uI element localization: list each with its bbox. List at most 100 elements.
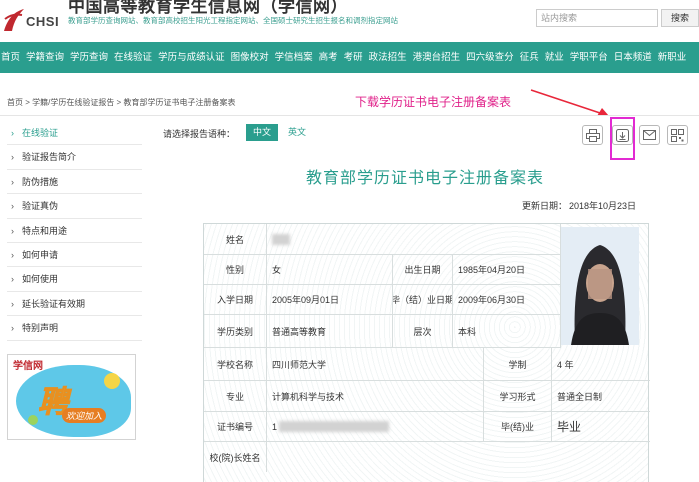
gender-value: 女 — [267, 255, 393, 284]
birth-value: 1985年04月20日 — [453, 255, 561, 284]
banner-decoration — [28, 415, 38, 425]
redacted-name — [272, 233, 290, 245]
nav-item[interactable]: 政法招生 — [366, 42, 410, 73]
update-date-value: 2018年10月23日 — [569, 201, 637, 211]
nav-item[interactable]: 新职业 — [655, 42, 690, 73]
sidebar-item[interactable]: › 特别声明 — [7, 316, 142, 341]
nav-item[interactable]: 港澳台招生 — [410, 42, 464, 73]
sidebar-item[interactable]: › 特点和用途 — [7, 219, 142, 243]
redacted-cert-number — [279, 421, 390, 432]
nav-item[interactable]: 就业 — [542, 42, 567, 73]
sidebar-item[interactable]: › 如何使用 — [7, 267, 142, 292]
banner-decoration — [104, 373, 120, 389]
print-button[interactable] — [582, 125, 603, 145]
name-value — [267, 224, 561, 254]
email-button[interactable] — [639, 125, 660, 145]
sidebar-item-label: 延长验证有效期 — [22, 298, 86, 309]
sidebar-item[interactable]: › 在线验证 — [7, 121, 142, 146]
cert-label: 证书编号 — [204, 412, 267, 441]
update-date: 更新日期： 2018年10月23日 — [520, 199, 636, 212]
nav-item[interactable]: 学职平台 — [567, 42, 611, 73]
chevron-right-icon: › — [11, 225, 14, 236]
nav-item[interactable]: 学信档案 — [272, 42, 316, 73]
level-label: 层次 — [393, 315, 453, 347]
president-value — [267, 442, 650, 472]
divider — [0, 115, 699, 116]
cert-prefix: 1 — [272, 421, 278, 432]
major-value: 计算机科学与技术 — [267, 381, 484, 411]
annotation-highlight — [610, 117, 635, 160]
breadcrumb: 首页 > 学籍/学历在线验证报告 > 教育部学历证书电子注册备案表 — [7, 98, 236, 107]
sidebar-item-label: 验证真伪 — [22, 201, 59, 212]
nav-item[interactable]: 在线验证 — [111, 42, 155, 73]
status-value: 毕业 — [557, 420, 582, 434]
nav-item[interactable]: 首页 — [0, 42, 23, 73]
form-label: 学习形式 — [484, 381, 552, 411]
sidebar-item-label: 如何申请 — [22, 249, 59, 260]
chsi-logo[interactable]: CHSI — [2, 3, 68, 37]
nav-item[interactable]: 学历与成绩认证 — [155, 42, 228, 73]
recruit-banner[interactable]: 学信网 聘 欢迎加入 — [7, 354, 136, 440]
nav-item[interactable]: 日本频道 — [611, 42, 655, 73]
level-value: 本科 — [453, 315, 561, 347]
nav-item[interactable]: 考研 — [341, 42, 366, 73]
name-label: 姓名 — [204, 224, 267, 254]
banner-logo: 学信网 — [13, 361, 43, 372]
nav-item[interactable]: 高考 — [316, 42, 341, 73]
chevron-right-icon: › — [11, 298, 14, 309]
chevron-right-icon: › — [11, 176, 14, 187]
sidebar-item[interactable]: › 防伪措施 — [7, 170, 142, 195]
table-row: 学历类别 普通高等教育 层次 本科 — [204, 315, 561, 348]
chevron-right-icon: › — [11, 152, 14, 163]
qrcode-icon — [671, 128, 684, 142]
annotation-label: 下载学历证书电子注册备案表 — [355, 95, 512, 109]
update-date-label: 更新日期： — [522, 201, 568, 211]
grad-value: 2009年06月30日 — [453, 285, 561, 314]
length-value: 4 年 — [557, 359, 574, 370]
gender-label: 性别 — [204, 255, 267, 284]
nav-item[interactable]: 学历查询 — [67, 42, 111, 73]
sidebar-item-label: 特别声明 — [22, 323, 59, 334]
status-label: 毕(结)业 — [484, 412, 552, 441]
table-row: 姓名 — [204, 224, 561, 255]
language-option-zh[interactable]: 中文 — [246, 124, 278, 141]
logo-icon — [4, 9, 24, 31]
nav-item[interactable]: 征兵 — [517, 42, 542, 73]
sidebar-item-label: 验证报告简介 — [22, 152, 77, 163]
chevron-right-icon: › — [11, 249, 14, 260]
report-title: 教育部学历证书电子注册备案表 — [305, 170, 544, 187]
logo-text: CHSI — [26, 14, 60, 29]
qrcode-button[interactable] — [667, 125, 688, 145]
sidebar: › 在线验证 › 验证报告简介 › 防伪措施 › 验证真伪 › 特点和用途 › 如何申请 › 如何使用 › 延… — [7, 121, 142, 341]
cert-value: 1 — [267, 412, 484, 441]
length-label: 学制 — [484, 348, 552, 380]
table-row: 证书编号 1 毕(结)业 毕业 — [204, 412, 650, 442]
type-value: 普通高等教育 — [267, 315, 393, 347]
sidebar-item[interactable]: › 延长验证有效期 — [7, 292, 142, 317]
photo-image — [561, 227, 639, 345]
sidebar-item[interactable]: › 如何申请 — [7, 243, 142, 268]
sidebar-item-label: 如何使用 — [22, 274, 59, 285]
chevron-right-icon: › — [11, 128, 14, 138]
sidebar-item-label: 在线验证 — [22, 128, 59, 138]
search-input[interactable]: 站内搜索 — [536, 9, 658, 27]
table-row: 学校名称 四川师范大学 学制 4 年 — [204, 348, 650, 381]
nav-item[interactable]: 学籍查询 — [23, 42, 67, 73]
search-button[interactable]: 搜索 — [661, 9, 699, 27]
school-label: 学校名称 — [204, 348, 267, 380]
site-header: CHSI 中国高等教育学生信息网（学信网） 教育部学历查询网站、教育部高校招生阳… — [0, 0, 699, 40]
sidebar-item-label: 特点和用途 — [22, 225, 68, 236]
nav-item[interactable]: 图像校对 — [228, 42, 272, 73]
sidebar-item[interactable]: › 验证真伪 — [7, 194, 142, 219]
nav-item[interactable]: 四六级查分 — [463, 42, 517, 73]
sidebar-item[interactable]: › 验证报告简介 — [7, 145, 142, 170]
language-option-en[interactable]: 英文 — [285, 124, 309, 141]
table-row: 入学日期 2005年09月01日 毕（结）业日期 2009年06月30日 — [204, 285, 561, 315]
banner-subtitle: 欢迎加入 — [62, 408, 107, 423]
mail-icon — [643, 130, 656, 140]
site-subtitle: 教育部学历查询网站、教育部高校招生阳光工程指定网站、全国硕士研究生招生报名和调剂… — [68, 16, 398, 25]
school-value: 四川师范大学 — [267, 348, 484, 380]
chevron-right-icon: › — [11, 323, 14, 334]
sidebar-item-label: 防伪措施 — [22, 176, 59, 187]
language-label: 请选择报告语种： — [163, 129, 236, 139]
